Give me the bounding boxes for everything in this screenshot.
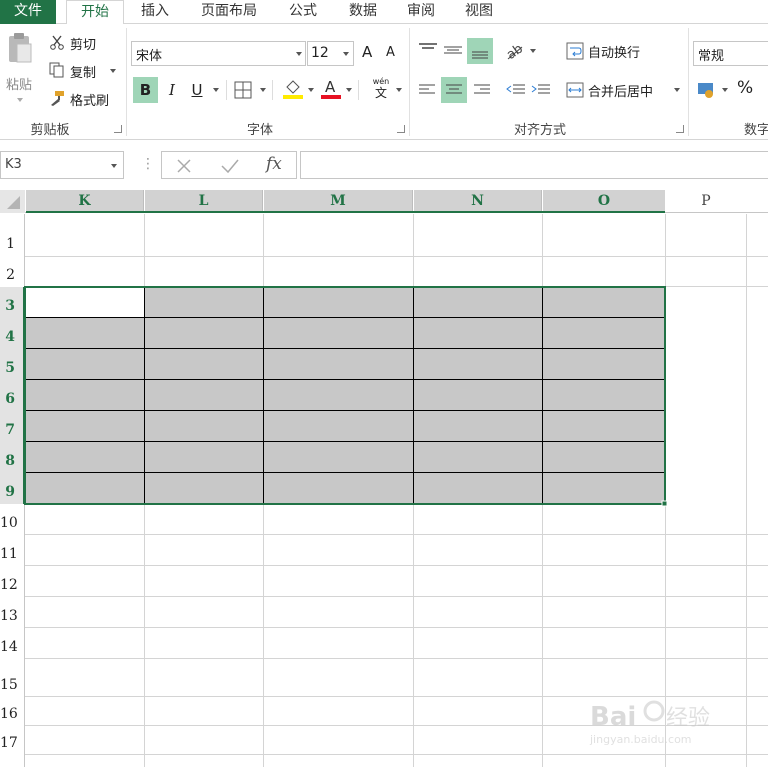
cell-grid[interactable] [0, 0, 768, 767]
selected-range-fill [25, 287, 665, 504]
active-cell-K3 [25, 287, 144, 318]
fill-handle [661, 500, 668, 507]
